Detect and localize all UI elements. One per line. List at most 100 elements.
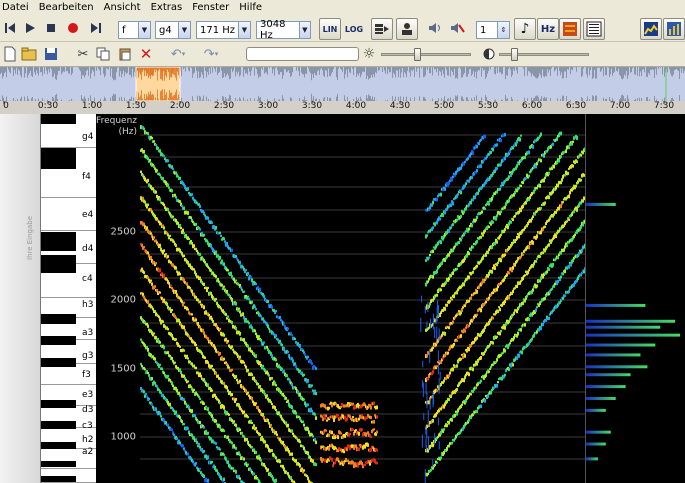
brightness-icon: ☼	[362, 46, 376, 62]
chevron-down-icon: ▼	[178, 22, 190, 38]
undo-icon[interactable]: ↶ ▾	[168, 46, 188, 62]
grid-view-icon[interactable]	[583, 18, 605, 40]
menu-bar: Datei Bearbeiten Ansicht Extras Fenster …	[0, 0, 685, 15]
mute-icon[interactable]	[448, 20, 466, 36]
speaker-icon[interactable]	[426, 20, 444, 36]
hz-mode-button[interactable]: Hz	[537, 18, 559, 40]
cut-icon[interactable]: ✂	[75, 46, 91, 62]
menu-hilfe[interactable]: Hilfe	[234, 1, 267, 15]
piano-black-key[interactable]	[41, 314, 76, 324]
piano-note-label: d3	[82, 405, 94, 415]
stop-icon[interactable]	[43, 20, 59, 36]
note-select[interactable]: g4 ▼	[155, 21, 191, 39]
skip-to-end-icon[interactable]	[88, 20, 104, 36]
piano-black-key[interactable]	[41, 461, 76, 467]
timeline-tick-label: 1:00	[81, 101, 103, 111]
low-frequency-value: 171 Hz	[200, 24, 236, 36]
timeline-tick-label: 4:30	[389, 101, 411, 111]
piano-black-key[interactable]	[41, 255, 76, 273]
spectrum-panel	[585, 114, 685, 483]
freq-tick-1000: 1000	[110, 431, 136, 443]
open-folder-icon[interactable]	[21, 46, 37, 62]
menu-datei[interactable]: Datei	[0, 1, 34, 15]
new-file-icon[interactable]	[2, 46, 18, 62]
timeline-tick-label: 7:30	[653, 101, 675, 111]
axis-title-line1: Frequenz	[96, 116, 137, 126]
timeline-tick-label: 0:30	[37, 101, 59, 111]
speed-stepper[interactable]: 1 ⇕	[476, 21, 510, 39]
piano-black-key[interactable]	[41, 232, 76, 251]
chevron-down-icon: ▼	[138, 22, 150, 38]
high-frequency-value: 3048 Hz	[260, 19, 286, 41]
delete-icon[interactable]: ✕	[138, 45, 154, 63]
record-icon[interactable]	[65, 20, 81, 36]
copy-icon[interactable]	[95, 46, 111, 62]
timeline-tick-label: 6:00	[521, 101, 543, 111]
menu-bearbeiten[interactable]: Bearbeiten	[34, 1, 99, 15]
log-scale-button[interactable]: LOG	[343, 18, 365, 40]
menu-extras[interactable]: Extras	[146, 1, 188, 15]
piano-note-label: f4	[82, 172, 91, 182]
low-frequency-select[interactable]: 171 Hz ▼	[196, 21, 251, 39]
play-icon[interactable]	[22, 20, 38, 36]
piano-black-key[interactable]	[41, 476, 76, 482]
piano-black-key[interactable]	[41, 421, 76, 429]
menu-ansicht[interactable]: Ansicht	[99, 1, 146, 15]
waterfall-view-icon[interactable]	[640, 18, 662, 40]
spectrogram-view-icon[interactable]	[559, 18, 581, 40]
contrast-slider-thumb[interactable]	[511, 48, 518, 61]
axis-title-line2: (Hz)	[118, 127, 137, 137]
freq-tick-2500: 2500	[110, 226, 136, 238]
key-select[interactable]: f ▼	[118, 21, 151, 39]
timeline-tick-label: 0	[3, 101, 9, 111]
brightness-slider-track[interactable]	[381, 53, 471, 56]
piano-note-label: a3	[82, 328, 94, 338]
piano-note-label: e3	[82, 390, 94, 400]
piano-black-key[interactable]	[41, 442, 76, 449]
menu-fenster[interactable]: Fenster	[187, 1, 234, 15]
piano-black-key[interactable]	[41, 400, 76, 408]
high-frequency-select[interactable]: 3048 Hz ▼	[256, 19, 311, 41]
piano-note-label: d4	[82, 244, 94, 254]
piano-black-key[interactable]	[41, 358, 76, 367]
piano-black-key[interactable]	[41, 336, 76, 345]
log-scale-label: LOG	[344, 24, 364, 34]
piano-note-label: h2	[82, 435, 94, 445]
note-mode-icon[interactable]: ♪	[514, 18, 536, 40]
timeline-tick-label: 3:00	[257, 101, 279, 111]
note-select-value: g4	[159, 24, 172, 36]
analysis-view-icon[interactable]	[663, 18, 685, 40]
hz-mode-label: Hz	[540, 23, 556, 35]
save-icon[interactable]	[43, 46, 59, 62]
piano-keyboard[interactable]: g4 f4 e4 d4 c4 h3 a3 g3 f3 e3 d3 c3 h2 a2	[40, 114, 96, 483]
timeline-tick-label: 4:00	[345, 101, 367, 111]
tuner-icon[interactable]	[396, 18, 418, 40]
piano-black-key[interactable]	[41, 148, 76, 169]
timeline-tick-label: 5:30	[477, 101, 499, 111]
skip-to-start-icon[interactable]	[2, 20, 18, 36]
contrast-icon	[481, 46, 497, 62]
export-icon[interactable]	[371, 18, 393, 40]
main-toolbar: f ▼ g4 ▼ 171 Hz ▼ 3048 Hz ▼ LIN LOG 1 ⇕ …	[0, 15, 685, 42]
spectrogram-canvas[interactable]	[140, 114, 585, 483]
brightness-slider-thumb[interactable]	[414, 48, 421, 61]
chevron-down-icon: ▼	[298, 22, 310, 38]
freq-tick-1500: 1500	[110, 363, 136, 375]
linear-scale-label: LIN	[322, 24, 338, 34]
linear-scale-button[interactable]: LIN	[319, 18, 341, 40]
stepper-arrows-icon[interactable]: ⇕	[497, 22, 509, 38]
piano-note-label: f3	[82, 370, 91, 380]
freq-tick-2000: 2000	[110, 294, 136, 306]
piano-note-label: c3	[82, 421, 93, 431]
piano-side-text: Ihre Eingabe	[26, 215, 34, 260]
piano-note-label: g4	[82, 132, 94, 142]
piano-note-label: a2	[82, 447, 94, 457]
chevron-down-icon: ▼	[238, 22, 250, 38]
piano-black-key[interactable]	[41, 114, 76, 124]
paste-icon[interactable]	[117, 46, 133, 62]
redo-icon[interactable]: ↷ ▾	[201, 46, 221, 62]
key-select-value: f	[122, 24, 126, 36]
piano-note-label: g3	[82, 351, 94, 361]
piano-note-label: h3	[82, 300, 94, 310]
timeline-tick-label: 7:00	[609, 101, 631, 111]
